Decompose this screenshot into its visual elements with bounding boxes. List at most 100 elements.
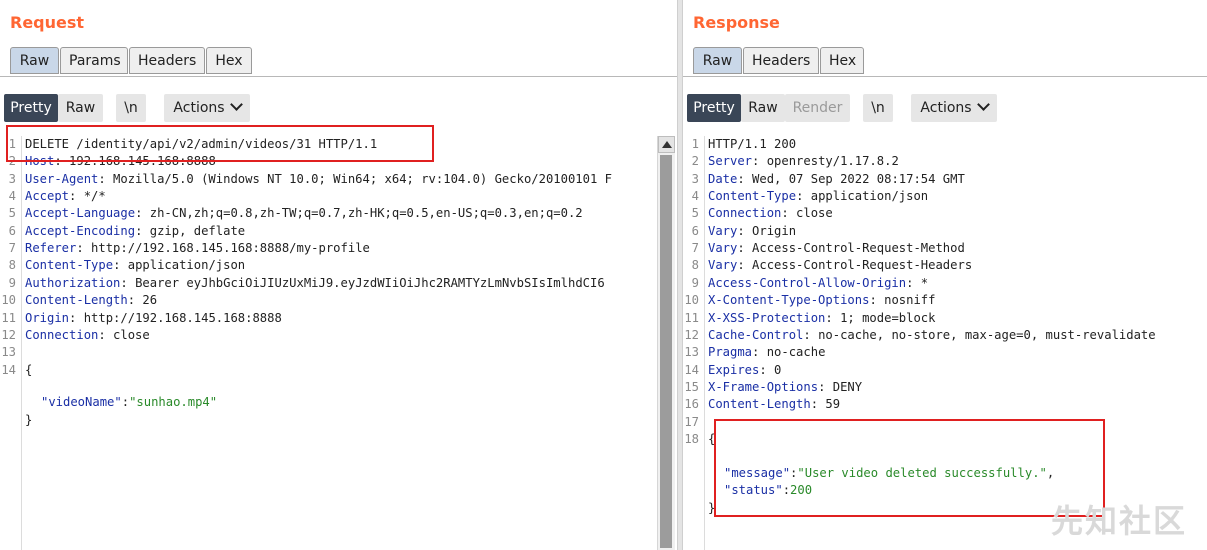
response-tab-raw[interactable]: Raw [693, 47, 742, 74]
response-pane: Response Raw Headers Hex Pretty Raw Rend… [683, 0, 1207, 550]
response-actions-label: Actions [920, 100, 972, 116]
header-name: Date [708, 171, 738, 186]
line-content: Content-Type: application/json [25, 257, 245, 274]
header-name: X-Frame-Options [708, 379, 819, 394]
line-number: 11 [1, 310, 16, 325]
line-number: 8 [691, 258, 699, 273]
request-raw-button[interactable]: Raw [58, 94, 103, 122]
response-newline-button[interactable]: \n [863, 94, 893, 122]
response-actions-button[interactable]: Actions [911, 94, 997, 122]
header-name: Referer [25, 241, 77, 256]
response-raw-button[interactable]: Raw [741, 94, 785, 122]
scroll-thumb[interactable] [660, 155, 672, 548]
header-value: : no-cache [752, 345, 826, 360]
header-name: Content-Length [25, 293, 128, 308]
request-toolbar: Pretty Raw \n Actions [0, 94, 677, 122]
line-number: 17 [684, 414, 699, 429]
header-value: : Bearer eyJhbGciOiJIUzUxMiJ9.eyJzdWIiOi… [120, 275, 605, 290]
header-value: : Mozilla/5.0 (Windows NT 10.0; Win64; x… [98, 171, 612, 186]
header-value: : application/json [113, 258, 246, 273]
request-newline-button[interactable]: \n [116, 94, 146, 122]
header-name: Expires [708, 362, 760, 377]
response-pretty-button[interactable]: Pretty [687, 94, 741, 122]
request-body-close-line: } [0, 395, 44, 427]
response-tab-headers[interactable]: Headers [743, 47, 819, 74]
header-name: Content-Length [708, 397, 811, 412]
request-tab-raw[interactable]: Raw [10, 47, 59, 74]
request-title: Request [10, 13, 85, 32]
line-content: Authorization: Bearer eyJhbGciOiJIUzUxMi… [25, 275, 605, 292]
line-content: Content-Length: 26 [25, 292, 157, 309]
line-number: 5 [8, 206, 16, 221]
header-value: : http://192.168.145.168:8888 [69, 310, 282, 325]
header-value: : zh-CN,zh;q=0.8,zh-TW;q=0.7,zh-HK;q=0.5… [135, 206, 583, 221]
line-number: 6 [691, 223, 699, 238]
line-number: 4 [691, 189, 699, 204]
line-content: Access-Control-Allow-Origin: * [708, 275, 928, 292]
header-value: : Origin [737, 223, 797, 238]
request-pretty-button[interactable]: Pretty [4, 94, 58, 122]
line-number: 1 [691, 137, 699, 151]
response-render-button[interactable]: Render [785, 94, 850, 122]
json-colon: : [121, 395, 130, 409]
line-number: 16 [684, 397, 699, 412]
line-content: Accept-Language: zh-CN,zh;q=0.8,zh-TW;q=… [25, 205, 583, 222]
line-content: Content-Type: application/json [708, 188, 928, 205]
line-content: Cache-Control: no-cache, no-store, max-a… [708, 327, 1156, 344]
request-editor[interactable]: 1 DELETE /identity/api/v2/admin/videos/31… [0, 136, 655, 550]
line-number: 7 [8, 241, 16, 256]
line-number: 3 [8, 171, 16, 186]
line-number: 13 [684, 345, 699, 360]
header-name: Content-Type [708, 189, 797, 204]
header-value: { [25, 362, 33, 377]
header-name: Access-Control-Allow-Origin [708, 275, 907, 290]
header-name: Content-Type [25, 258, 114, 273]
line-number: 8 [8, 258, 16, 273]
header-value: HTTP/1.1 200 [708, 137, 797, 151]
json-brace: } [25, 413, 33, 427]
line-content: Vary: Access-Control-Request-Method [708, 240, 965, 257]
header-name: Vary [708, 223, 738, 238]
line-number: 12 [684, 327, 699, 342]
request-scrollbar[interactable] [657, 136, 675, 550]
line-content: Vary: Access-Control-Request-Headers [708, 257, 972, 274]
header-name: X-Content-Type-Options [708, 293, 870, 308]
line-content: HTTP/1.1 200 [708, 136, 796, 153]
header-value: : 0 [759, 362, 782, 377]
header-name: User-Agent [25, 171, 99, 186]
header-value: : */* [69, 189, 106, 204]
request-tab-bar: Raw Params Headers Hex [0, 46, 677, 77]
line-content: X-Frame-Options: DENY [708, 379, 862, 396]
line-content: { [25, 362, 32, 379]
json-key: "videoName" [41, 395, 122, 409]
header-name: X-XSS-Protection [708, 310, 826, 325]
response-tab-bar: Raw Headers Hex [683, 46, 1207, 77]
line-content: Date: Wed, 07 Sep 2022 08:17:54 GMT [708, 171, 965, 188]
header-name: Accept-Language [25, 206, 136, 221]
request-tab-hex[interactable]: Hex [206, 47, 252, 74]
request-actions-button[interactable]: Actions [164, 94, 250, 122]
line-content: X-XSS-Protection: 1; mode=block [708, 310, 935, 327]
line-number: 3 [691, 171, 699, 186]
response-body-highlight [714, 419, 1105, 517]
scroll-up-arrow-icon[interactable] [658, 136, 675, 153]
line-content: Expires: 0 [708, 362, 781, 379]
line-content: Server: openresty/1.17.8.2 [708, 153, 899, 170]
header-name: Connection [708, 206, 782, 221]
line-content: Connection: close [25, 327, 150, 344]
header-name: Accept-Encoding [25, 223, 136, 238]
line-number: 4 [8, 189, 16, 204]
request-tab-params[interactable]: Params [60, 47, 128, 74]
line-number: 6 [8, 223, 16, 238]
line-number: 12 [1, 327, 16, 342]
header-value: : no-cache, no-store, max-age=0, must-re… [803, 327, 1156, 342]
line-number: 14 [1, 362, 16, 377]
line-content: User-Agent: Mozilla/5.0 (Windows NT 10.0… [25, 171, 612, 188]
response-tab-hex[interactable]: Hex [820, 47, 864, 74]
line-content: Accept-Encoding: gzip, deflate [25, 223, 245, 240]
header-value: : openresty/1.17.8.2 [752, 154, 899, 169]
header-name: Connection [25, 327, 99, 342]
line-content: Referer: http://192.168.145.168:8888/my-… [25, 240, 370, 257]
header-value: : * [906, 275, 929, 290]
request-tab-headers[interactable]: Headers [129, 47, 205, 74]
